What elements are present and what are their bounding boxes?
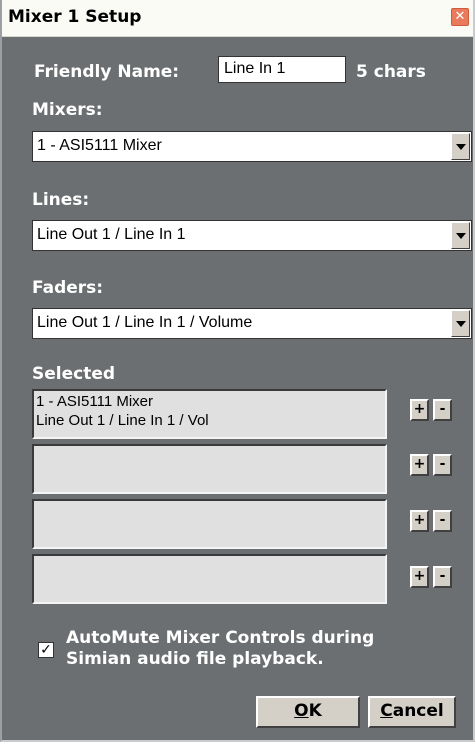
ok-button[interactable]: OK (256, 696, 360, 728)
slot-4-add-button[interactable]: + (410, 566, 429, 588)
slot-3-add-button[interactable]: + (410, 510, 429, 532)
mixer-setup-dialog: Mixer 1 Setup ✕ Friendly Name: Line In 1… (0, 0, 475, 742)
slot-2-add-button[interactable]: + (410, 454, 429, 476)
mixers-label: Mixers: (32, 100, 103, 120)
selected-slot-2[interactable] (32, 444, 387, 494)
ok-label-rest: K (308, 701, 322, 721)
friendly-name-input[interactable]: Line In 1 (218, 56, 346, 83)
ok-mnemonic: O (294, 701, 309, 721)
selected-slot-1[interactable]: 1 - ASI5111 Mixer Line Out 1 / Line In 1… (32, 389, 387, 439)
cancel-label-rest: ancel (392, 701, 444, 721)
lines-label: Lines: (32, 190, 90, 210)
chevron-down-icon[interactable] (451, 133, 470, 160)
close-icon: ✕ (454, 9, 466, 24)
chevron-down-icon[interactable] (451, 222, 470, 249)
faders-label: Faders: (32, 278, 104, 298)
chevron-down-icon[interactable] (451, 310, 470, 337)
slot-4-remove-button[interactable]: - (433, 566, 452, 588)
faders-selected-value: Line Out 1 / Line In 1 / Volume (37, 314, 253, 331)
mixers-selected-value: 1 - ASI5111 Mixer (37, 137, 162, 154)
selected-slot-3[interactable] (32, 499, 387, 549)
mixers-select[interactable]: 1 - ASI5111 Mixer (32, 131, 472, 162)
selected-slot-mixer: 1 - ASI5111 Mixer (36, 393, 153, 410)
lines-selected-value: Line Out 1 / Line In 1 (37, 226, 186, 243)
selected-slot-fader: Line Out 1 / Line In 1 / Vol (36, 412, 209, 429)
automute-checkbox[interactable]: ✓ (38, 642, 54, 658)
cancel-button[interactable]: Cancel (368, 696, 456, 728)
char-count-label: 5 chars (356, 62, 426, 82)
friendly-name-value: Line In 1 (224, 60, 286, 77)
selected-slot-4[interactable] (32, 554, 387, 604)
selected-label: Selected (32, 364, 116, 384)
automute-label-line1: AutoMute Mixer Controls during (66, 628, 375, 648)
friendly-name-label: Friendly Name: (34, 62, 180, 82)
window-title: Mixer 1 Setup (8, 7, 142, 27)
cancel-mnemonic: C (380, 701, 393, 721)
automute-label-line2: Simian audio file playback. (66, 649, 324, 669)
checkmark-icon: ✓ (40, 642, 52, 658)
lines-select[interactable]: Line Out 1 / Line In 1 (32, 220, 472, 251)
slot-2-remove-button[interactable]: - (433, 454, 452, 476)
slot-1-add-button[interactable]: + (410, 399, 429, 421)
slot-3-remove-button[interactable]: - (433, 510, 452, 532)
title-bar[interactable]: Mixer 1 Setup ✕ (2, 0, 473, 37)
close-button[interactable]: ✕ (451, 8, 469, 26)
slot-1-remove-button[interactable]: - (433, 399, 452, 421)
faders-select[interactable]: Line Out 1 / Line In 1 / Volume (32, 308, 472, 339)
